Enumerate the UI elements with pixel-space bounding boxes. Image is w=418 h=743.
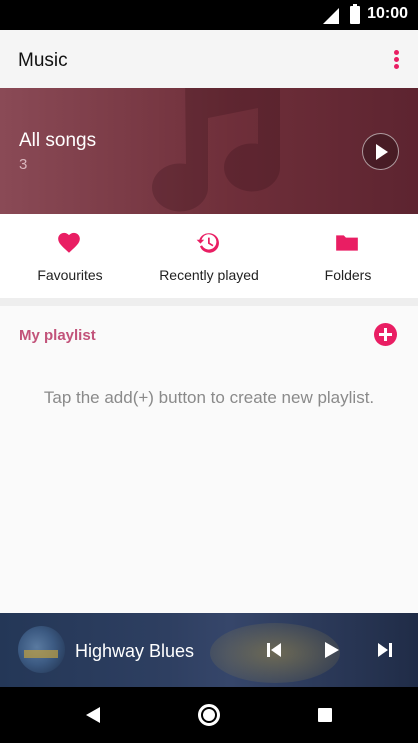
play-icon bbox=[376, 144, 388, 160]
more-options-icon[interactable] bbox=[392, 50, 400, 72]
next-track-button[interactable] bbox=[374, 639, 396, 661]
add-playlist-button[interactable] bbox=[374, 323, 397, 346]
status-time: 10:00 bbox=[367, 5, 408, 22]
recently-played-shortcut[interactable]: Recently played bbox=[139, 214, 279, 298]
album-art[interactable] bbox=[18, 626, 65, 673]
recently-played-label: Recently played bbox=[159, 267, 259, 283]
folders-label: Folders bbox=[324, 267, 372, 283]
all-songs-title: All songs bbox=[19, 130, 97, 151]
play-button[interactable] bbox=[320, 639, 342, 661]
history-icon bbox=[196, 233, 219, 253]
song-count: 3 bbox=[19, 156, 28, 173]
mini-player[interactable]: Highway Blues bbox=[0, 613, 418, 687]
previous-track-button[interactable] bbox=[263, 639, 285, 661]
home-icon[interactable] bbox=[198, 704, 220, 726]
playlist-title: My playlist bbox=[19, 327, 96, 344]
folders-shortcut[interactable]: Folders bbox=[278, 214, 418, 298]
playlist-section: My playlist Tap the add(+) button to cre… bbox=[0, 306, 418, 613]
track-title: Highway Blues bbox=[75, 641, 195, 661]
recent-apps-icon[interactable] bbox=[318, 708, 332, 722]
play-all-button[interactable] bbox=[362, 133, 399, 170]
heart-icon bbox=[58, 232, 80, 253]
favourites-label: Favourites bbox=[37, 267, 103, 283]
back-icon[interactable] bbox=[86, 707, 100, 723]
play-icon bbox=[325, 642, 339, 658]
skip-next-icon bbox=[378, 643, 392, 657]
favourites-shortcut[interactable]: Favourites bbox=[0, 214, 140, 298]
app-title: Music bbox=[18, 50, 68, 71]
status-bar: 10:00 bbox=[0, 0, 418, 30]
system-nav-bar bbox=[0, 687, 418, 743]
app-bar: Music bbox=[0, 30, 418, 88]
quick-access-row: Favourites Recently played Folders bbox=[0, 214, 418, 298]
empty-playlist-message: Tap the add(+) button to create new play… bbox=[43, 388, 375, 407]
section-divider bbox=[0, 298, 418, 306]
folder-icon bbox=[336, 235, 358, 251]
signal-icon bbox=[323, 8, 339, 24]
skip-previous-icon bbox=[267, 643, 281, 657]
music-note-icon bbox=[152, 88, 280, 212]
battery-icon bbox=[350, 4, 360, 24]
all-songs-banner[interactable]: All songs 3 bbox=[0, 88, 418, 214]
